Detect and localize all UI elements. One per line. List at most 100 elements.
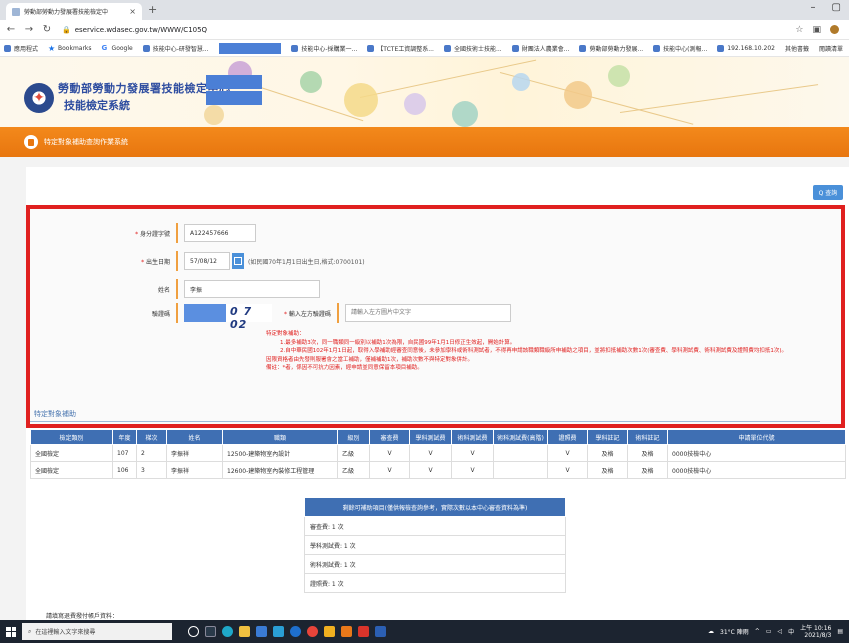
ie-icon[interactable] [290, 626, 301, 637]
apps-grid-icon [4, 44, 11, 52]
field-divider [176, 279, 178, 299]
task-view-icon[interactable] [205, 626, 216, 637]
agency-logo[interactable]: ✦ [24, 83, 54, 113]
cell-written-fee: V [409, 461, 452, 479]
cell-name: 李振祥 [166, 444, 223, 462]
bookmark-item[interactable]: 技能中心-研發智慧... [142, 44, 209, 53]
column-header: 職類 [222, 429, 338, 445]
windows-start-icon[interactable] [6, 626, 16, 637]
bookmark-apps[interactable]: 應用程式 [4, 44, 38, 53]
profile-avatar[interactable] [830, 24, 839, 34]
cell-review-fee: V [369, 461, 410, 479]
redacted-block [206, 91, 262, 105]
reload-icon[interactable]: ↻ [40, 24, 54, 35]
cell-unit-code: 0000技檢中心 [667, 461, 846, 479]
column-header: 學科註記 [587, 429, 628, 445]
birth-label-text: 出生日期 [145, 258, 170, 266]
app-icon[interactable] [358, 626, 369, 637]
id-input[interactable]: A122457666 [184, 224, 256, 242]
remaining-item: 學科測試費: 1 次 [304, 535, 566, 555]
cell-year: 107 [112, 444, 137, 462]
bookmark-icon [443, 44, 451, 52]
taskbar-apps [188, 626, 386, 637]
app-icon[interactable] [341, 626, 352, 637]
google-icon: G [101, 43, 108, 52]
cell-license-fee: V [547, 444, 588, 462]
mail-icon[interactable] [273, 626, 284, 637]
bookmark-item[interactable]: 192.168.10.202 [717, 44, 775, 52]
new-tab-button[interactable]: + [148, 3, 157, 16]
redacted-block [184, 304, 226, 322]
redacted-block [218, 42, 282, 54]
bookmark-icon [142, 44, 150, 52]
cortana-icon[interactable] [188, 626, 199, 637]
clock[interactable]: 上午 10:16 2021/8/3 [800, 625, 831, 639]
network-icon[interactable]: ▭ [766, 628, 772, 635]
note-line: 備註：*者，係因不可抗力因素，經申請並同意保留本項目補助。 [266, 365, 423, 372]
cell-trade: 12600-建築物室內裝修工程管理 [222, 461, 338, 479]
forward-icon[interactable]: → [22, 24, 36, 35]
bookmark-reading-list[interactable]: 閱讀清單 [819, 44, 843, 53]
cell-year: 106 [112, 461, 137, 479]
volume-icon[interactable]: ◁ [777, 628, 782, 635]
bookmark-star-icon[interactable]: ☆ [795, 25, 803, 35]
bookmark-item[interactable]: 全國技術士技能... [443, 44, 502, 53]
ime-indicator[interactable]: 中 [788, 627, 794, 636]
logo-mark-icon: ✦ [33, 90, 45, 106]
remaining-item: 審查費: 1 次 [304, 516, 566, 536]
cell-level: 乙級 [337, 461, 370, 479]
banner-bubble [512, 73, 530, 91]
tab-close-icon[interactable]: × [129, 7, 136, 16]
calendar-icon[interactable] [232, 253, 244, 269]
table-header-row: 剩餘可補助項目(僅供報檢查詢參考，實際次數以本中心審查資料為準) [304, 497, 566, 517]
browser-actions: ☆ ▣ [795, 24, 839, 35]
bookmark-item[interactable]: 勞動部勞動力發展... [579, 44, 643, 53]
minimize-icon[interactable]: – [811, 2, 816, 13]
bookmark-other[interactable]: 其他書籤 [785, 44, 809, 53]
url-text: eservice.wdasec.gov.tw/WWW/C105Q [74, 25, 208, 34]
extensions-icon[interactable]: ▣ [812, 25, 821, 35]
bookmark-icon [291, 44, 299, 52]
captcha-input-label-text: 輸入左方驗證碼 [288, 310, 331, 318]
captcha-input[interactable] [344, 304, 511, 322]
notification-icon[interactable]: ▤ [837, 628, 843, 635]
chrome-icon[interactable] [307, 626, 318, 637]
browser-tab-bar: 勞動部勞動力發展署技能檢定中 × + – ▢ [0, 0, 849, 20]
field-divider [176, 303, 178, 323]
cell-practical-note: 及格 [627, 444, 668, 462]
clock-date: 2021/8/3 [804, 631, 832, 639]
birth-hint: (如民國70年1月1日出生日,格式:0700101) [248, 258, 365, 266]
file-explorer-icon[interactable] [239, 626, 250, 637]
bookmark-folder[interactable]: ★ Bookmarks [48, 44, 92, 52]
word-icon[interactable] [375, 626, 386, 637]
column-header: 梯次 [136, 429, 167, 445]
maximize-icon[interactable]: ▢ [832, 2, 841, 13]
browser-tab[interactable]: 勞動部勞動力發展署技能檢定中 × [6, 3, 142, 20]
name-input[interactable]: 李振 [184, 280, 320, 298]
bookmark-item[interactable]: 技能中心(測報... [653, 44, 707, 53]
taskbar-search[interactable]: ⌕ 在這裡輸入文字來搜尋 [22, 623, 172, 640]
url-field[interactable]: 🔒 eservice.wdasec.gov.tw/WWW/C105Q [62, 26, 207, 34]
bookmark-google[interactable]: G Google [101, 43, 133, 52]
banner-bubble [300, 71, 322, 93]
remaining-item: 術科測試費: 1 次 [304, 554, 566, 574]
search-icon: ⌕ [28, 627, 32, 635]
bookmark-item[interactable]: 【TCTE工資調整系... [367, 44, 434, 53]
captcha-label: 驗證碼 [151, 310, 170, 318]
required-mark: * [284, 310, 287, 318]
tray-chevron-icon[interactable]: ^ [755, 628, 760, 635]
app-icon[interactable] [324, 626, 335, 637]
edge-icon[interactable] [222, 626, 233, 637]
weather-icon: ☁ [708, 628, 715, 635]
refund-account-note: 請填寫退費撥付帳戶資料： [46, 613, 119, 620]
query-button[interactable]: Q 查詢 [813, 185, 843, 200]
column-header: 審查費 [369, 429, 410, 445]
bookmark-item[interactable]: 財團法人農業會... [511, 44, 569, 53]
cell-category: 全國檢定 [30, 444, 113, 462]
birth-input[interactable]: 57/08/12 [184, 252, 230, 270]
bookmark-item[interactable]: 技能中心-採購業一... [291, 44, 357, 53]
store-icon[interactable] [256, 626, 267, 637]
banner-bubble [452, 101, 478, 127]
back-icon[interactable]: ← [4, 24, 18, 35]
weather-text[interactable]: 31°C 陣雨 [720, 627, 749, 636]
